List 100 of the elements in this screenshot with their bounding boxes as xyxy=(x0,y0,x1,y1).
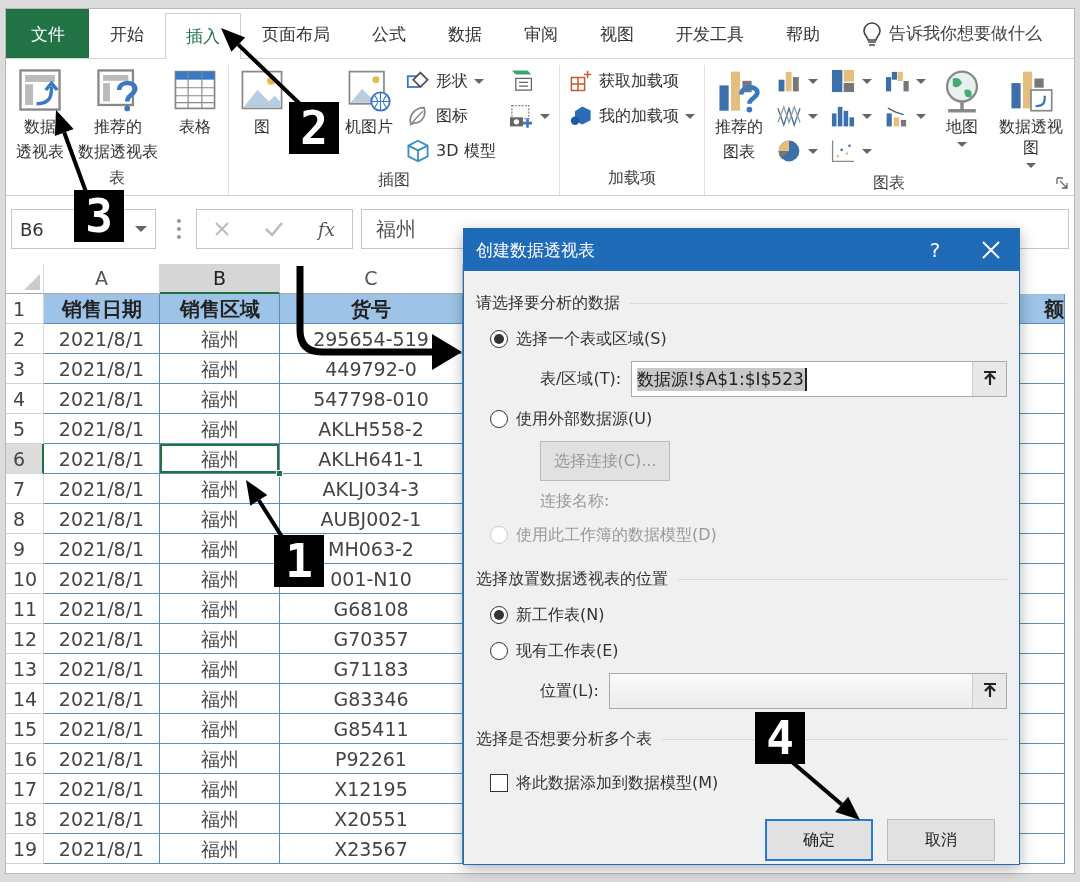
table-cell: 福州 xyxy=(160,834,280,864)
tell-me-search[interactable]: 告诉我你想要做什么 xyxy=(889,22,1042,45)
table-cell xyxy=(1020,774,1065,804)
radio-button[interactable] xyxy=(490,642,508,660)
table-cell: G83346 xyxy=(280,684,463,714)
table-cell: 2021/8/1 xyxy=(44,324,160,354)
lightbulb-icon xyxy=(863,21,881,46)
row-header[interactable]: 16 xyxy=(6,744,44,774)
table-cell xyxy=(1020,384,1065,414)
table-cell xyxy=(1020,744,1065,774)
row-header[interactable]: 2 xyxy=(6,324,44,354)
row-header[interactable]: 3 xyxy=(6,354,44,384)
ribbon-button[interactable]: 图 xyxy=(235,65,289,140)
table-cell: 福州 xyxy=(160,684,280,714)
ribbon-tab[interactable]: 插入 xyxy=(165,13,241,59)
ribbon-button[interactable]: 图标 xyxy=(403,100,499,132)
table-cell: 福州 xyxy=(160,654,280,684)
table-cell: 2021/8/1 xyxy=(44,384,160,414)
table-cell xyxy=(1020,324,1065,354)
table-cell xyxy=(1020,624,1065,654)
check-icon[interactable] xyxy=(264,221,285,237)
radio-button[interactable] xyxy=(490,330,508,348)
section-heading: 选择是否想要分析多个表 xyxy=(476,728,652,750)
section-heading: 请选择要分析的数据 xyxy=(476,292,620,314)
ribbon-button[interactable]: 形状 xyxy=(403,65,499,97)
ribbon-button[interactable]: 我的加载项 xyxy=(565,100,698,132)
ribbon-button[interactable]: 推荐的 数据透视表 xyxy=(74,65,162,165)
table-cell: G70357 xyxy=(280,624,463,654)
table-cell: X20551 xyxy=(280,804,463,834)
table-cell: G68108 xyxy=(280,594,463,624)
column-header[interactable]: A xyxy=(44,264,160,294)
field-label: 表/区域(T): xyxy=(540,368,622,390)
row-header[interactable]: 12 xyxy=(6,624,44,654)
field-label: 位置(L): xyxy=(540,680,599,702)
row-header[interactable]: 19 xyxy=(6,834,44,864)
table-cell: 2021/8/1 xyxy=(44,534,160,564)
table-cell: 2021/8/1 xyxy=(44,834,160,864)
ribbon-button[interactable]: 推荐的 图表 xyxy=(710,65,767,165)
step-marker: 1 xyxy=(274,535,324,587)
cube-icon xyxy=(568,104,593,128)
dialog-launcher-icon[interactable] xyxy=(1056,177,1068,189)
table-cell: 福州 xyxy=(160,624,280,654)
row-header[interactable]: 1 xyxy=(6,294,44,324)
table-cell xyxy=(1020,414,1065,444)
row-header[interactable]: 6 xyxy=(6,444,44,474)
file-tab[interactable]: 文件 xyxy=(6,9,89,58)
row-header[interactable]: 9 xyxy=(6,534,44,564)
ribbon-button[interactable]: 机图片 xyxy=(341,65,397,140)
table-cell: G85411 xyxy=(280,714,463,744)
range-field[interactable]: 数据源!$A$1:$I$523 xyxy=(631,361,1007,397)
table-cell xyxy=(1020,654,1065,684)
table-cell: 福州 xyxy=(160,744,280,774)
table-cell: 2021/8/1 xyxy=(44,714,160,744)
row-header[interactable]: 14 xyxy=(6,684,44,714)
ribbon-button[interactable]: 地图 xyxy=(934,65,989,149)
row-header[interactable]: 15 xyxy=(6,714,44,744)
option-label[interactable]: 将此数据添加到数据模型(M) xyxy=(516,772,719,794)
option-label[interactable]: 使用外部数据源(U) xyxy=(516,408,653,430)
row-header[interactable]: 8 xyxy=(6,504,44,534)
option-label[interactable]: 选择一个表或区域(S) xyxy=(516,328,667,350)
row-header[interactable]: 4 xyxy=(6,384,44,414)
column-header[interactable]: B xyxy=(160,264,280,294)
dialog-button[interactable]: 取消 xyxy=(887,819,995,861)
treemap-icon xyxy=(829,68,856,94)
insert-function-button[interactable]: fx xyxy=(318,218,335,240)
table-cell: P92261 xyxy=(280,744,463,774)
table-cell: 2021/8/1 xyxy=(44,744,160,774)
row-header[interactable]: 11 xyxy=(6,594,44,624)
dialog-button[interactable]: 确定 xyxy=(765,819,873,861)
ribbon-button[interactable]: 数据透视图 xyxy=(994,65,1068,170)
table-cell: AKLJ034-3 xyxy=(280,474,463,504)
row-header[interactable]: 18 xyxy=(6,804,44,834)
line-chart-icon xyxy=(775,103,802,129)
fill-handle[interactable] xyxy=(276,470,283,477)
column-header[interactable]: C xyxy=(280,264,463,294)
ribbon-button[interactable]: 3D 模型 xyxy=(403,135,499,167)
scatter-chart-icon xyxy=(829,138,856,164)
radio-button[interactable] xyxy=(490,410,508,428)
table-cell: AUBJ002-1 xyxy=(280,504,463,534)
table-cell: 2021/8/1 xyxy=(44,474,160,504)
row-header[interactable]: 7 xyxy=(6,474,44,504)
option-label[interactable]: 现有工作表(E) xyxy=(516,640,619,662)
row-header[interactable]: 5 xyxy=(6,414,44,444)
table-cell: 2021/8/1 xyxy=(44,684,160,714)
collapse-button[interactable] xyxy=(972,362,1006,396)
ribbon-button[interactable]: 获取加载项 xyxy=(565,65,698,97)
checkbox[interactable] xyxy=(490,774,508,792)
table-cell: 2021/8/1 xyxy=(44,624,160,654)
radio-button[interactable] xyxy=(490,606,508,624)
row-header[interactable]: 10 xyxy=(6,564,44,594)
group-label: 插图 xyxy=(377,169,410,191)
row-header[interactable]: 13 xyxy=(6,654,44,684)
row-header[interactable]: 17 xyxy=(6,774,44,804)
option-label[interactable]: 新工作表(N) xyxy=(516,604,605,626)
connection-name-label: 连接名称: xyxy=(540,490,611,512)
upload-icon xyxy=(982,371,997,387)
table-cell: 销售日期 xyxy=(44,294,160,324)
table-cell: 2021/8/1 xyxy=(44,564,160,594)
ribbon-button[interactable]: 表格 xyxy=(168,65,222,140)
table-cell: 福州 xyxy=(160,354,280,384)
